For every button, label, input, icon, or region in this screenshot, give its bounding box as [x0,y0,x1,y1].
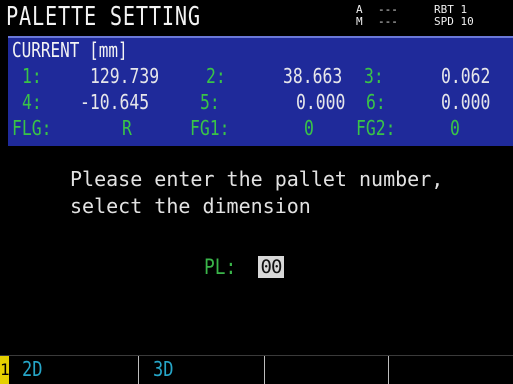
axis-1-value: 129.739 [90,64,160,88]
flag-label: FLG: [12,116,52,140]
fg2-label: FG2: [356,116,396,140]
instruction-message: Please enter the pallet number, select t… [70,166,443,220]
f2-key-3d[interactable]: 3D [138,356,264,384]
axis-5-value: 0.000 [296,90,346,114]
f4-key[interactable] [388,356,513,384]
current-position-panel: CURRENT [mm] 1: 129.739 2: 38.663 3: 0.0… [8,36,513,146]
function-key-bar: 1 2D 3D [0,355,513,384]
f1-key-number: 1 [0,356,10,384]
axis-4-label: 4: [22,90,42,114]
pallet-number-label: PL: [204,255,237,279]
axis-5-label: 5: [200,90,220,114]
status-dash-2: --- [378,15,398,28]
axis-3-value: 0.062 [441,64,491,88]
f2-key-label: 3D [153,357,174,381]
f1-key-2d[interactable]: 1 2D [0,356,138,384]
status-letter-m: M [356,15,363,28]
axis-6-value: 0.000 [441,90,491,114]
flag-row: FLG: R FG1: 0 FG2: 0 [8,116,513,140]
fg1-label: FG1: [190,116,230,140]
instruction-line-2: select the dimension [70,194,311,218]
axis-row-1: 1: 129.739 2: 38.663 3: 0.062 [8,64,513,88]
f1-key-label: 2D [22,357,43,381]
axis-3-label: 3: [364,64,384,88]
axis-2-label: 2: [206,64,226,88]
fg1-value: 0 [304,116,314,140]
instruction-line-1: Please enter the pallet number, [70,167,444,191]
status-mode-letters: A M [356,4,363,28]
axis-2-value: 38.663 [283,64,343,88]
axis-1-label: 1: [22,64,42,88]
page-title: PALETTE SETTING [6,2,201,32]
status-indicators: A M --- --- RBT 1 SPD 10 [356,4,474,32]
status-robot-speed: RBT 1 SPD 10 [434,4,474,28]
axis-4-value: -10.645 [80,90,150,114]
f3-key[interactable] [264,356,388,384]
fg2-value: 0 [450,116,460,140]
title-bar: PALETTE SETTING A M --- --- RBT 1 SPD 10 [0,0,513,36]
axis-row-2: 4: -10.645 5: 0.000 6: 0.000 [8,90,513,114]
pallet-number-input[interactable]: 00 [258,256,284,278]
flag-value: R [122,116,132,140]
axis-6-label: 6: [366,90,386,114]
current-position-label: CURRENT [mm] [12,38,128,62]
status-dashes: --- --- [378,4,398,28]
teach-pendant-screen: PALETTE SETTING A M --- --- RBT 1 SPD 10… [0,0,513,384]
status-speed: SPD 10 [434,15,474,28]
